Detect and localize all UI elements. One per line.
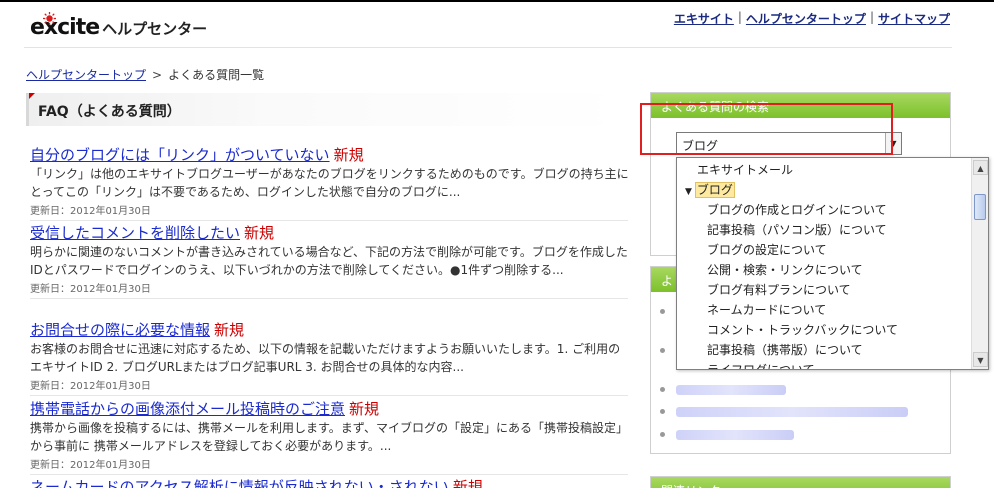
bullet-icon	[660, 348, 665, 353]
new-badge: 新規	[349, 400, 380, 418]
new-badge: 新規	[214, 321, 245, 339]
page: excite ヘルプセンター エキサイト | ヘルプセンタートップ | サイトマ…	[0, 0, 994, 488]
dropdown-option-group[interactable]: ▼ ブログ	[677, 180, 972, 200]
faq-item-date: 更新日：2012年01月30日	[30, 284, 151, 295]
dropdown-option[interactable]: 記事投稿（パソコン版）について	[677, 220, 972, 240]
top-border	[0, 0, 994, 2]
bullet-icon	[660, 409, 665, 414]
dropdown-option[interactable]: 公開・検索・リンクについて	[677, 260, 972, 280]
new-badge: 新規	[244, 224, 275, 242]
breadcrumb-help-top[interactable]: ヘルプセンタートップ	[26, 66, 146, 83]
faq-item: ネームカードのアクセス解析に情報が反映されない・されない 新規	[30, 478, 640, 488]
faq-heading: FAQ（よくある質問）	[38, 104, 181, 120]
faq-item-link[interactable]: お問合せの際に必要な情報	[30, 321, 210, 339]
category-select[interactable]: ブログ ▼	[676, 132, 902, 155]
faq-item: 受信したコメントを削除したい 新規 明らかに関連のないコメントが書き込みされている…	[30, 224, 640, 299]
scrollbar-thumb[interactable]	[974, 194, 986, 220]
breadcrumb-current: よくある質問一覧	[168, 68, 265, 82]
new-badge: 新規	[333, 146, 364, 164]
dropdown-option[interactable]: エキサイトメール	[677, 160, 972, 180]
breadcrumb-separator: >	[152, 67, 163, 82]
faq-search-heading: よくある質問の検索	[651, 93, 950, 118]
faq-item-date: 更新日：2012年01月30日	[30, 381, 151, 392]
related-links-heading: 関連リンク	[651, 477, 950, 488]
faq-item-title-row: 携帯電話からの画像添付メール投稿時のご注意 新規	[30, 400, 640, 418]
faq-item-summary: 携帯から画像を投稿するには、携帯メールを利用します。まず、マイブログの「設定」に…	[30, 421, 628, 453]
header-link-separator: |	[737, 10, 742, 24]
faq-item-link[interactable]: 携帯電話からの画像添付メール投稿時のご注意	[30, 400, 345, 418]
breadcrumb: ヘルプセンタートップ > よくある質問一覧	[26, 66, 264, 83]
faq-item-link[interactable]: ネームカードのアクセス解析に情報が反映されない・されない	[30, 478, 449, 488]
dropdown-option[interactable]: ブログ有料プランについて	[677, 280, 972, 300]
related-links-box: 関連リンク	[650, 476, 951, 488]
triangle-up-icon[interactable]: ▲	[973, 160, 988, 175]
category-dropdown-list[interactable]: エキサイトメール ▼ ブログ ブログの作成とログインについて 記事投稿（パソコン版…	[676, 157, 989, 370]
header-link-excite[interactable]: エキサイト	[674, 10, 734, 27]
sidebar-link[interactable]	[676, 407, 908, 417]
bullet-icon	[660, 309, 665, 314]
logo-splash-icon	[43, 12, 56, 25]
new-badge: 新規	[452, 478, 483, 488]
divider	[30, 298, 628, 299]
dropdown-options: エキサイトメール ▼ ブログ ブログの作成とログインについて 記事投稿（パソコン版…	[677, 160, 972, 369]
logo-wordmark: excite	[30, 12, 100, 43]
faq-heading-bar: FAQ（よくある質問）	[26, 93, 628, 126]
header-divider	[24, 47, 952, 48]
header-link-help-top[interactable]: ヘルプセンタートップ	[746, 10, 866, 27]
corner-mark-icon	[29, 93, 35, 99]
logo-suffix: ヘルプセンター	[102, 20, 208, 38]
sidebar-link[interactable]	[676, 385, 786, 395]
triangle-down-icon[interactable]: ▼	[885, 133, 901, 154]
header-link-separator: |	[869, 10, 874, 24]
bullet-icon	[660, 387, 665, 392]
faq-item-title-row: 受信したコメントを削除したい 新規	[30, 224, 640, 242]
dropdown-option[interactable]: ライフログについて	[677, 360, 972, 369]
triangle-down-icon[interactable]: ▼	[973, 352, 988, 367]
triangle-down-icon: ▼	[685, 187, 692, 197]
faq-item-title-row: ネームカードのアクセス解析に情報が反映されない・されない 新規	[30, 478, 640, 488]
dropdown-option[interactable]: ブログの設定について	[677, 240, 972, 260]
faq-item-title-row: 自分のブログには「リンク」がついていない 新規	[30, 146, 640, 164]
header-links: エキサイト | ヘルプセンタートップ | サイトマップ	[674, 10, 950, 27]
divider	[30, 474, 628, 475]
faq-item-date: 更新日：2012年01月30日	[30, 460, 151, 471]
faq-item-summary: 「リンク」は他のエキサイトブログユーザーがあなたのブログをリンクするためのもので…	[30, 167, 629, 199]
divider	[30, 220, 628, 221]
faq-item-date: 更新日：2012年01月30日	[30, 206, 151, 217]
faq-item-link[interactable]: 自分のブログには「リンク」がついていない	[30, 146, 330, 164]
sidebar-link[interactable]	[676, 430, 794, 440]
dropdown-option[interactable]: コメント・トラックバックについて	[677, 320, 972, 340]
faq-item-summary: 明らかに関連のないコメントが書き込みされている場合など、下記の方法で削除が可能で…	[30, 245, 628, 277]
bullet-icon	[660, 432, 665, 437]
dropdown-option-selected: ブログ	[694, 182, 735, 198]
dropdown-option[interactable]: 記事投稿（携帯版）について	[677, 340, 972, 360]
dropdown-scrollbar[interactable]: ▲ ▼	[971, 158, 988, 369]
dropdown-option[interactable]: ネームカードについて	[677, 300, 972, 320]
logo[interactable]: excite ヘルプセンター	[30, 9, 207, 43]
faq-item-summary: お客様のお問合せに迅速に対応するため、以下の情報を記載いただけますようお願いいた…	[30, 342, 621, 374]
header-link-sitemap[interactable]: サイトマップ	[878, 10, 950, 27]
faq-item: 携帯電話からの画像添付メール投稿時のご注意 新規 携帯から画像を投稿するには、携帯…	[30, 400, 640, 475]
faq-item-title-row: お問合せの際に必要な情報 新規	[30, 321, 640, 339]
faq-item: 自分のブログには「リンク」がついていない 新規 「リンク」は他のエキサイトブログユ…	[30, 146, 640, 221]
faq-item: お問合せの際に必要な情報 新規 お客様のお問合せに迅速に対応するため、以下の情報を…	[30, 321, 640, 396]
divider	[30, 395, 628, 396]
dropdown-option[interactable]: ブログの作成とログインについて	[677, 200, 972, 220]
faq-item-link[interactable]: 受信したコメントを削除したい	[30, 224, 240, 242]
category-select-value: ブログ	[682, 139, 719, 153]
